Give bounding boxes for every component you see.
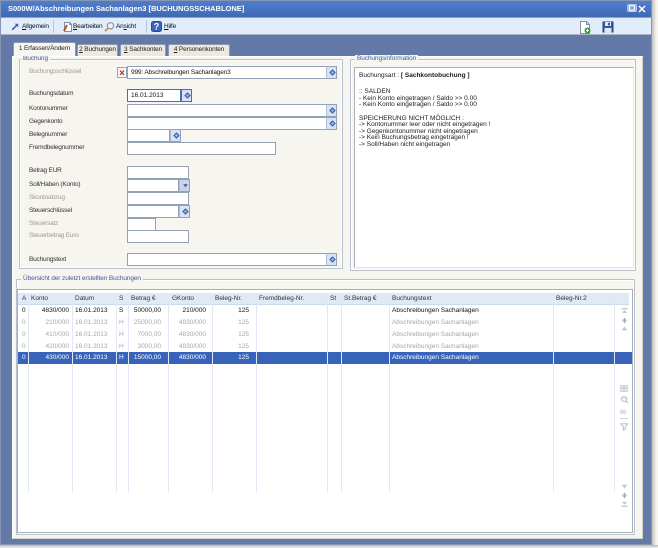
svg-text:?: ? — [154, 22, 160, 32]
